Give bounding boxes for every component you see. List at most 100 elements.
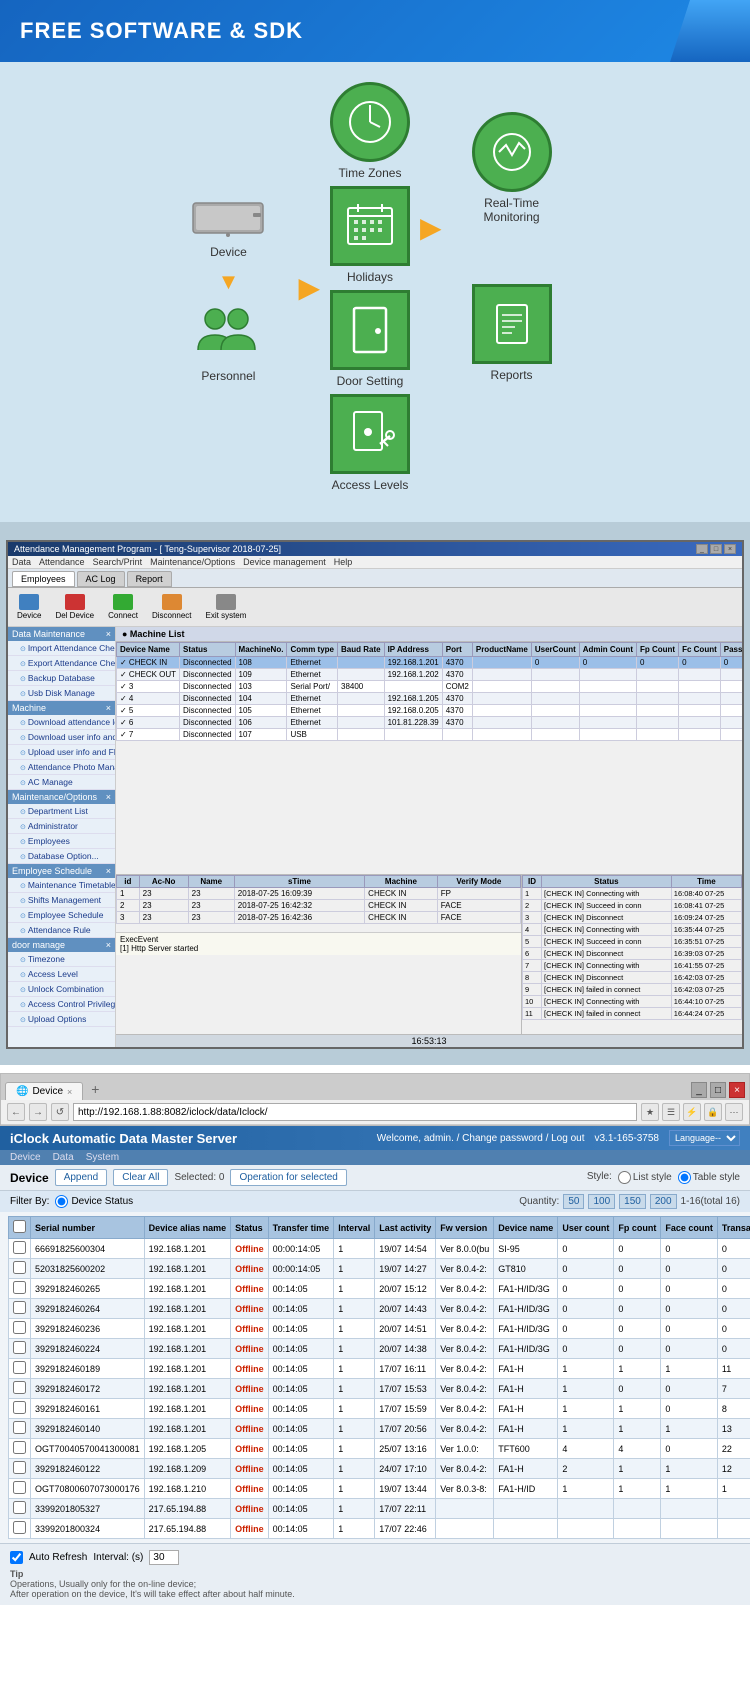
table-row[interactable]: ✓ CHECK OUTDisconnected109Ethernet192.16… <box>117 669 743 681</box>
table-style-option[interactable]: Table style <box>678 1171 740 1184</box>
browser-tab-device[interactable]: 🌐 Device × <box>5 1082 83 1100</box>
nav-ext2-btn[interactable]: 🔒 <box>704 1103 722 1121</box>
tab-aclog[interactable]: AC Log <box>77 571 125 587</box>
toolbar-deldevice-btn[interactable]: Del Device <box>50 591 99 623</box>
sidebar-item-export[interactable]: Export Attendance Checking Data <box>8 656 115 671</box>
nav-back-btn[interactable]: ← <box>7 1103 25 1121</box>
nav-data[interactable]: Data <box>53 1152 74 1163</box>
address-bar[interactable] <box>73 1103 637 1121</box>
browser-tab-close[interactable]: × <box>67 1087 72 1097</box>
auto-refresh-checkbox[interactable] <box>10 1551 23 1564</box>
sidebar-item-unlock[interactable]: Unlock Combination <box>8 982 115 997</box>
qty-100-btn[interactable]: 100 <box>588 1194 615 1209</box>
toolbar-exit-btn[interactable]: Exit system <box>201 591 252 623</box>
table-row[interactable]: ✓ 6Disconnected106Ethernet101.81.228.394… <box>117 717 743 729</box>
device-table-row[interactable]: 3929182460172 192.168.1.201 Offline 00:1… <box>9 1379 750 1399</box>
sidebar-item-privilege[interactable]: Access Control Privilege <box>8 997 115 1012</box>
device-status-filter[interactable]: Device Status <box>55 1195 133 1208</box>
log-row[interactable]: 323232018-07-25 16:42:36CHECK INFACE <box>117 912 521 924</box>
sidebar-item-timetables[interactable]: Maintenance Timetables <box>8 878 115 893</box>
sidebar-item-timezone[interactable]: Timezone <box>8 952 115 967</box>
device-table-row[interactable]: 3929182460140 192.168.1.201 Offline 00:1… <box>9 1419 750 1439</box>
table-row[interactable]: ✓ 5Disconnected105Ethernet192.168.0.2054… <box>117 705 743 717</box>
interval-input[interactable] <box>149 1550 179 1565</box>
device-table-row[interactable]: OGT70040570041300081 192.168.1.205 Offli… <box>9 1439 750 1459</box>
device-table-row[interactable]: 52031825600202 192.168.1.201 Offline 00:… <box>9 1259 750 1279</box>
menu-search[interactable]: Search/Print <box>93 557 143 567</box>
browser-maximize[interactable]: □ <box>710 1082 726 1098</box>
menu-attendance[interactable]: Attendance <box>39 557 85 567</box>
sidebar-section-maintenance[interactable]: Maintenance/Options× <box>8 790 115 804</box>
sidebar-item-download-att[interactable]: Download attendance logs <box>8 715 115 730</box>
device-table-row[interactable]: 3399201800324 217.65.194.88 Offline 00:1… <box>9 1519 750 1539</box>
log-row[interactable]: 123232018-07-25 16:09:39CHECK INFP <box>117 888 521 900</box>
qty-50-btn[interactable]: 50 <box>563 1194 584 1209</box>
device-table-row[interactable]: 3929182460265 192.168.1.201 Offline 00:1… <box>9 1279 750 1299</box>
table-row[interactable]: ✓ 3Disconnected103Serial Port/38400COM2 <box>117 681 743 693</box>
tab-employees[interactable]: Employees <box>12 571 75 587</box>
device-table-row[interactable]: 3929182460122 192.168.1.209 Offline 00:1… <box>9 1459 750 1479</box>
browser-close[interactable]: × <box>729 1082 745 1098</box>
sidebar-item-usb[interactable]: Usb Disk Manage <box>8 686 115 701</box>
device-table-row[interactable]: 66691825600304 192.168.1.201 Offline 00:… <box>9 1239 750 1259</box>
nav-device[interactable]: Device <box>10 1152 41 1163</box>
sidebar-item-dept[interactable]: Department List <box>8 804 115 819</box>
operation-btn[interactable]: Operation for selected <box>230 1169 346 1186</box>
menu-help[interactable]: Help <box>334 557 353 567</box>
browser-minimize[interactable]: _ <box>691 1082 707 1098</box>
minimize-btn[interactable]: _ <box>696 544 708 554</box>
menu-device[interactable]: Device management <box>243 557 326 567</box>
sidebar-item-employees[interactable]: Employees <box>8 834 115 849</box>
qty-200-btn[interactable]: 200 <box>650 1194 677 1209</box>
browser-new-tab[interactable]: + <box>85 1078 105 1100</box>
toolbar-connect-btn[interactable]: Connect <box>103 591 143 623</box>
clear-all-btn[interactable]: Clear All <box>113 1169 168 1186</box>
menu-data[interactable]: Data <box>12 557 31 567</box>
qty-150-btn[interactable]: 150 <box>619 1194 646 1209</box>
tab-report[interactable]: Report <box>127 571 172 587</box>
nav-system[interactable]: System <box>86 1152 119 1163</box>
append-btn[interactable]: Append <box>55 1169 107 1186</box>
sidebar-item-upload-user[interactable]: Upload user info and FP <box>8 745 115 760</box>
sidebar-item-backup[interactable]: Backup Database <box>8 671 115 686</box>
table-row[interactable]: ✓ 7Disconnected107USB3204 <box>117 729 743 741</box>
nav-star-btn[interactable]: ★ <box>641 1103 659 1121</box>
sidebar-section-machine[interactable]: Machine× <box>8 701 115 715</box>
sidebar-item-empschedule[interactable]: Employee Schedule <box>8 908 115 923</box>
sidebar-item-upload[interactable]: Upload Options <box>8 1012 115 1027</box>
toolbar-disconnect-btn[interactable]: Disconnect <box>147 591 197 623</box>
window-controls[interactable]: _ □ × <box>696 544 736 554</box>
device-table-row[interactable]: 3929182460264 192.168.1.201 Offline 00:1… <box>9 1299 750 1319</box>
maximize-btn[interactable]: □ <box>710 544 722 554</box>
device-table-row[interactable]: 3929182460161 192.168.1.201 Offline 00:1… <box>9 1399 750 1419</box>
sidebar-item-import[interactable]: Import Attendance Checking Data <box>8 641 115 656</box>
nav-ext1-btn[interactable]: ⚡ <box>683 1103 701 1121</box>
device-table-row[interactable]: OGT70800607073000176 192.168.1.210 Offli… <box>9 1479 750 1499</box>
nav-forward-btn[interactable]: → <box>29 1103 47 1121</box>
sidebar-section-door[interactable]: door manage× <box>8 938 115 952</box>
log-row[interactable]: 223232018-07-25 16:42:32CHECK INFACE <box>117 900 521 912</box>
close-btn[interactable]: × <box>724 544 736 554</box>
sidebar-item-accesslevel[interactable]: Access Level <box>8 967 115 982</box>
sidebar-item-acmanage[interactable]: AC Manage <box>8 775 115 790</box>
device-table-row[interactable]: 3929182460189 192.168.1.201 Offline 00:1… <box>9 1359 750 1379</box>
nav-refresh-btn[interactable]: ↺ <box>51 1103 69 1121</box>
table-row[interactable]: ✓ CHECK INDisconnected108Ethernet192.168… <box>117 657 743 669</box>
sidebar-item-download-user[interactable]: Download user info and Fp <box>8 730 115 745</box>
language-select[interactable]: Language-- <box>669 1130 740 1146</box>
nav-ext3-btn[interactable]: ⋯ <box>725 1103 743 1121</box>
list-style-option[interactable]: List style <box>618 1171 672 1184</box>
sidebar-item-attrule[interactable]: Attendance Rule <box>8 923 115 938</box>
menu-maintenance[interactable]: Maintenance/Options <box>150 557 235 567</box>
toolbar-device-btn[interactable]: Device <box>12 591 46 623</box>
device-table-row[interactable]: 3929182460224 192.168.1.201 Offline 00:1… <box>9 1339 750 1359</box>
device-table-row[interactable]: 3929182460236 192.168.1.201 Offline 00:1… <box>9 1319 750 1339</box>
sidebar-item-photo[interactable]: Attendance Photo Management <box>8 760 115 775</box>
device-table-row[interactable]: 3399201805327 217.65.194.88 Offline 00:1… <box>9 1499 750 1519</box>
table-row[interactable]: ✓ 4Disconnected104Ethernet192.168.1.2054… <box>117 693 743 705</box>
nav-menu-btn[interactable]: ☰ <box>662 1103 680 1121</box>
sidebar-item-admin[interactable]: Administrator <box>8 819 115 834</box>
sidebar-item-dbopt[interactable]: Database Option... <box>8 849 115 864</box>
sidebar-section-data[interactable]: Data Maintenance× <box>8 627 115 641</box>
sidebar-section-schedule[interactable]: Employee Schedule× <box>8 864 115 878</box>
